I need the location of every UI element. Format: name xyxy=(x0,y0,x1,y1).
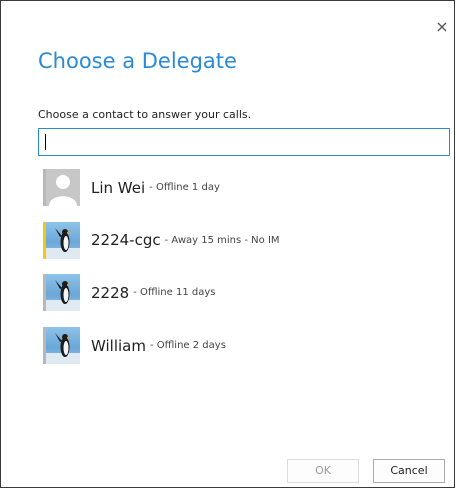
presence-indicator xyxy=(43,327,46,365)
contact-item-william[interactable]: William - Offline 2 days xyxy=(43,327,443,365)
text-caret xyxy=(45,134,46,150)
penguin-avatar-icon xyxy=(43,274,80,312)
contact-name: 2228 xyxy=(91,283,130,302)
contact-item-2224-cgc[interactable]: 2224-cgc - Away 15 mins - No IM xyxy=(43,221,443,259)
contact-list: Lin Wei - Offline 1 day 2224-cgc - Away … xyxy=(43,169,443,380)
ok-button[interactable]: OK xyxy=(287,459,359,483)
cancel-button[interactable]: Cancel xyxy=(373,459,445,483)
contact-item-2228[interactable]: 2228 - Offline 11 days xyxy=(43,274,443,312)
contact-item-lin-wei[interactable]: Lin Wei - Offline 1 day xyxy=(43,169,443,206)
contact-name: 2224-cgc xyxy=(91,231,161,250)
close-icon[interactable]: × xyxy=(434,19,450,35)
dialog-prompt: Choose a contact to answer your calls. xyxy=(38,108,252,121)
contact-name: Lin Wei xyxy=(91,178,146,197)
presence-indicator xyxy=(43,169,46,206)
penguin-avatar-icon xyxy=(43,221,80,259)
presence-indicator xyxy=(43,221,46,259)
penguin-avatar-icon xyxy=(43,327,80,365)
contact-name: William xyxy=(91,336,146,355)
contact-status: - Offline 11 days xyxy=(133,287,216,299)
contact-status: - Offline 1 day xyxy=(149,182,220,193)
choose-delegate-dialog: × Choose a Delegate Choose a contact to … xyxy=(0,0,455,488)
contact-status: - Away 15 mins - No IM xyxy=(164,234,280,246)
contact-status: - Offline 2 days xyxy=(149,340,226,352)
dialog-title: Choose a Delegate xyxy=(38,49,237,73)
contact-search-input[interactable] xyxy=(38,128,450,156)
presence-indicator xyxy=(43,274,46,312)
generic-person-icon xyxy=(43,169,80,206)
